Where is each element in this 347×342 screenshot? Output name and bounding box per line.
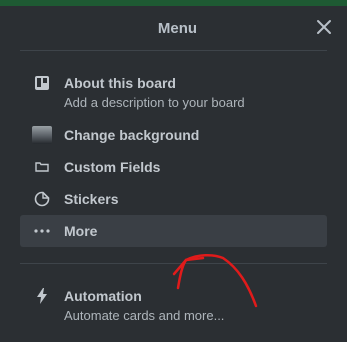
menu-item-label: Change background [64, 127, 200, 143]
menu-item-more[interactable]: More [20, 215, 327, 247]
background-thumbnail [32, 125, 52, 145]
menu-item-label: Custom Fields [64, 159, 161, 175]
menu-item-sublabel: Add a description to your board [64, 95, 245, 110]
menu-header: Menu [8, 6, 347, 50]
menu-item-label: About this board [64, 75, 176, 91]
menu-item-label: More [64, 223, 98, 239]
board-icon [32, 73, 52, 93]
sticker-icon [32, 189, 52, 209]
lightning-icon [32, 286, 52, 306]
menu-title: Menu [157, 19, 198, 37]
ellipsis-icon [32, 221, 52, 241]
menu-item-change-background[interactable]: Change background [20, 125, 327, 147]
menu-item-stickers[interactable]: Stickers [20, 189, 327, 211]
menu-item-label: Stickers [64, 191, 119, 207]
close-icon[interactable] [315, 18, 333, 36]
menu-item-custom-fields[interactable]: Custom Fields [20, 157, 327, 179]
header-divider [20, 50, 327, 51]
card-icon [32, 157, 52, 177]
annotation-arrow [172, 254, 258, 308]
menu-item-about-board[interactable]: About this board Add a description to yo… [20, 73, 327, 115]
